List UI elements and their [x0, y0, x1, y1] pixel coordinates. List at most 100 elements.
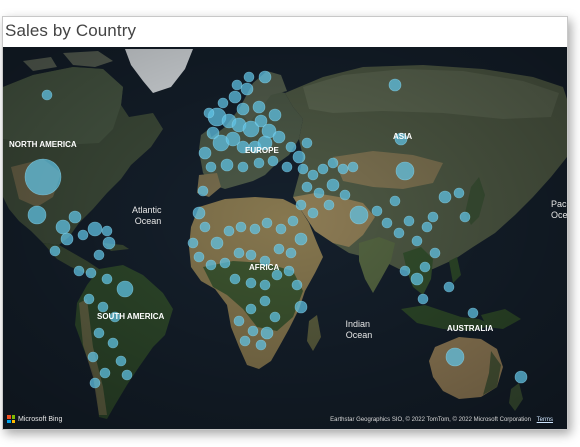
country-sales-bubble[interactable] — [245, 277, 257, 289]
country-sales-bubble[interactable] — [453, 187, 465, 199]
country-sales-bubble[interactable] — [307, 207, 319, 219]
country-sales-bubble[interactable] — [99, 367, 111, 379]
country-sales-bubble[interactable] — [281, 161, 293, 173]
country-sales-bubble[interactable] — [307, 169, 319, 181]
country-sales-bubble[interactable] — [237, 161, 249, 173]
country-sales-bubble[interactable] — [285, 141, 297, 153]
country-sales-bubble[interactable] — [243, 71, 255, 83]
country-sales-bubble[interactable] — [349, 205, 369, 225]
country-sales-bubble[interactable] — [68, 210, 82, 224]
country-sales-bubble[interactable] — [49, 245, 61, 257]
country-sales-bubble[interactable] — [87, 351, 99, 363]
country-sales-bubble[interactable] — [115, 355, 127, 367]
country-sales-bubble[interactable] — [229, 273, 241, 285]
country-sales-bubble[interactable] — [245, 303, 257, 315]
country-sales-bubble[interactable] — [239, 335, 251, 347]
country-sales-bubble[interactable] — [73, 265, 85, 277]
country-sales-bubble[interactable] — [199, 221, 211, 233]
country-sales-bubble[interactable] — [295, 199, 307, 211]
country-sales-bubble[interactable] — [259, 279, 271, 291]
country-sales-bubble[interactable] — [197, 185, 209, 197]
country-sales-bubble[interactable] — [245, 249, 257, 261]
country-sales-bubble[interactable] — [252, 100, 266, 114]
country-sales-bubble[interactable] — [381, 217, 393, 229]
country-sales-bubble[interactable] — [467, 307, 479, 319]
country-sales-bubble[interactable] — [301, 181, 313, 193]
country-sales-bubble[interactable] — [97, 301, 109, 313]
country-sales-bubble[interactable] — [231, 79, 243, 91]
country-sales-bubble[interactable] — [438, 190, 452, 204]
country-sales-bubble[interactable] — [411, 235, 423, 247]
terms-link[interactable]: Terms — [537, 417, 553, 423]
country-sales-bubble[interactable] — [269, 311, 281, 323]
country-sales-bubble[interactable] — [249, 223, 261, 235]
country-sales-bubble[interactable] — [187, 237, 199, 249]
country-sales-bubble[interactable] — [283, 265, 295, 277]
country-sales-bubble[interactable] — [93, 249, 105, 261]
country-sales-bubble[interactable] — [347, 161, 359, 173]
country-sales-bubble[interactable] — [223, 225, 235, 237]
country-sales-bubble[interactable] — [235, 221, 247, 233]
country-sales-bubble[interactable] — [275, 223, 287, 235]
country-sales-bubble[interactable] — [93, 327, 105, 339]
country-sales-bubble[interactable] — [287, 215, 299, 227]
country-sales-bubble[interactable] — [240, 82, 254, 96]
country-sales-bubble[interactable] — [85, 267, 97, 279]
country-sales-bubble[interactable] — [55, 219, 71, 235]
country-sales-bubble[interactable] — [443, 281, 455, 293]
country-sales-bubble[interactable] — [301, 137, 313, 149]
country-sales-bubble[interactable] — [403, 215, 415, 227]
country-sales-bubble[interactable] — [393, 227, 405, 239]
country-sales-bubble[interactable] — [445, 347, 465, 367]
country-sales-bubble[interactable] — [317, 163, 329, 175]
country-sales-bubble[interactable] — [233, 247, 245, 259]
country-sales-bubble[interactable] — [253, 157, 265, 169]
country-sales-bubble[interactable] — [389, 195, 401, 207]
country-sales-bubble[interactable] — [24, 158, 62, 196]
country-sales-bubble[interactable] — [285, 247, 297, 259]
country-sales-bubble[interactable] — [236, 102, 250, 116]
country-sales-bubble[interactable] — [421, 221, 433, 233]
country-sales-bubble[interactable] — [388, 78, 402, 92]
country-sales-bubble[interactable] — [77, 229, 89, 241]
country-sales-bubble[interactable] — [410, 272, 424, 286]
country-sales-bubble[interactable] — [258, 70, 272, 84]
country-sales-bubble[interactable] — [514, 370, 528, 384]
world-map[interactable]: NORTH AMERICA EUROPE ASIA AFRICA SOUTH A… — [3, 47, 567, 429]
country-sales-bubble[interactable] — [294, 300, 308, 314]
country-sales-bubble[interactable] — [313, 187, 325, 199]
country-sales-bubble[interactable] — [41, 89, 53, 101]
country-sales-bubble[interactable] — [210, 236, 224, 250]
country-sales-bubble[interactable] — [260, 326, 274, 340]
country-sales-bubble[interactable] — [205, 259, 217, 271]
country-sales-bubble[interactable] — [255, 339, 267, 351]
country-sales-bubble[interactable] — [326, 178, 340, 192]
country-sales-bubble[interactable] — [60, 232, 74, 246]
country-sales-bubble[interactable] — [192, 206, 206, 220]
country-sales-bubble[interactable] — [417, 293, 429, 305]
country-sales-bubble[interactable] — [247, 325, 259, 337]
country-sales-bubble[interactable] — [27, 205, 47, 225]
country-sales-bubble[interactable] — [399, 265, 411, 277]
country-sales-bubble[interactable] — [102, 236, 116, 250]
country-sales-bubble[interactable] — [459, 211, 471, 223]
country-sales-bubble[interactable] — [395, 161, 415, 181]
country-sales-bubble[interactable] — [217, 97, 229, 109]
country-sales-bubble[interactable] — [272, 130, 286, 144]
country-sales-bubble[interactable] — [259, 295, 271, 307]
country-sales-bubble[interactable] — [219, 257, 231, 269]
country-sales-bubble[interactable] — [101, 273, 113, 285]
country-sales-bubble[interactable] — [268, 108, 282, 122]
country-sales-bubble[interactable] — [116, 280, 134, 298]
country-sales-bubble[interactable] — [294, 232, 308, 246]
country-sales-bubble[interactable] — [337, 163, 349, 175]
country-sales-bubble[interactable] — [273, 243, 285, 255]
country-sales-bubble[interactable] — [83, 293, 95, 305]
country-sales-bubble[interactable] — [198, 146, 212, 160]
country-sales-bubble[interactable] — [89, 377, 101, 389]
country-sales-bubble[interactable] — [419, 261, 431, 273]
country-sales-bubble[interactable] — [228, 90, 242, 104]
country-sales-bubble[interactable] — [261, 217, 273, 229]
country-sales-bubble[interactable] — [205, 161, 217, 173]
country-sales-bubble[interactable] — [87, 221, 103, 237]
